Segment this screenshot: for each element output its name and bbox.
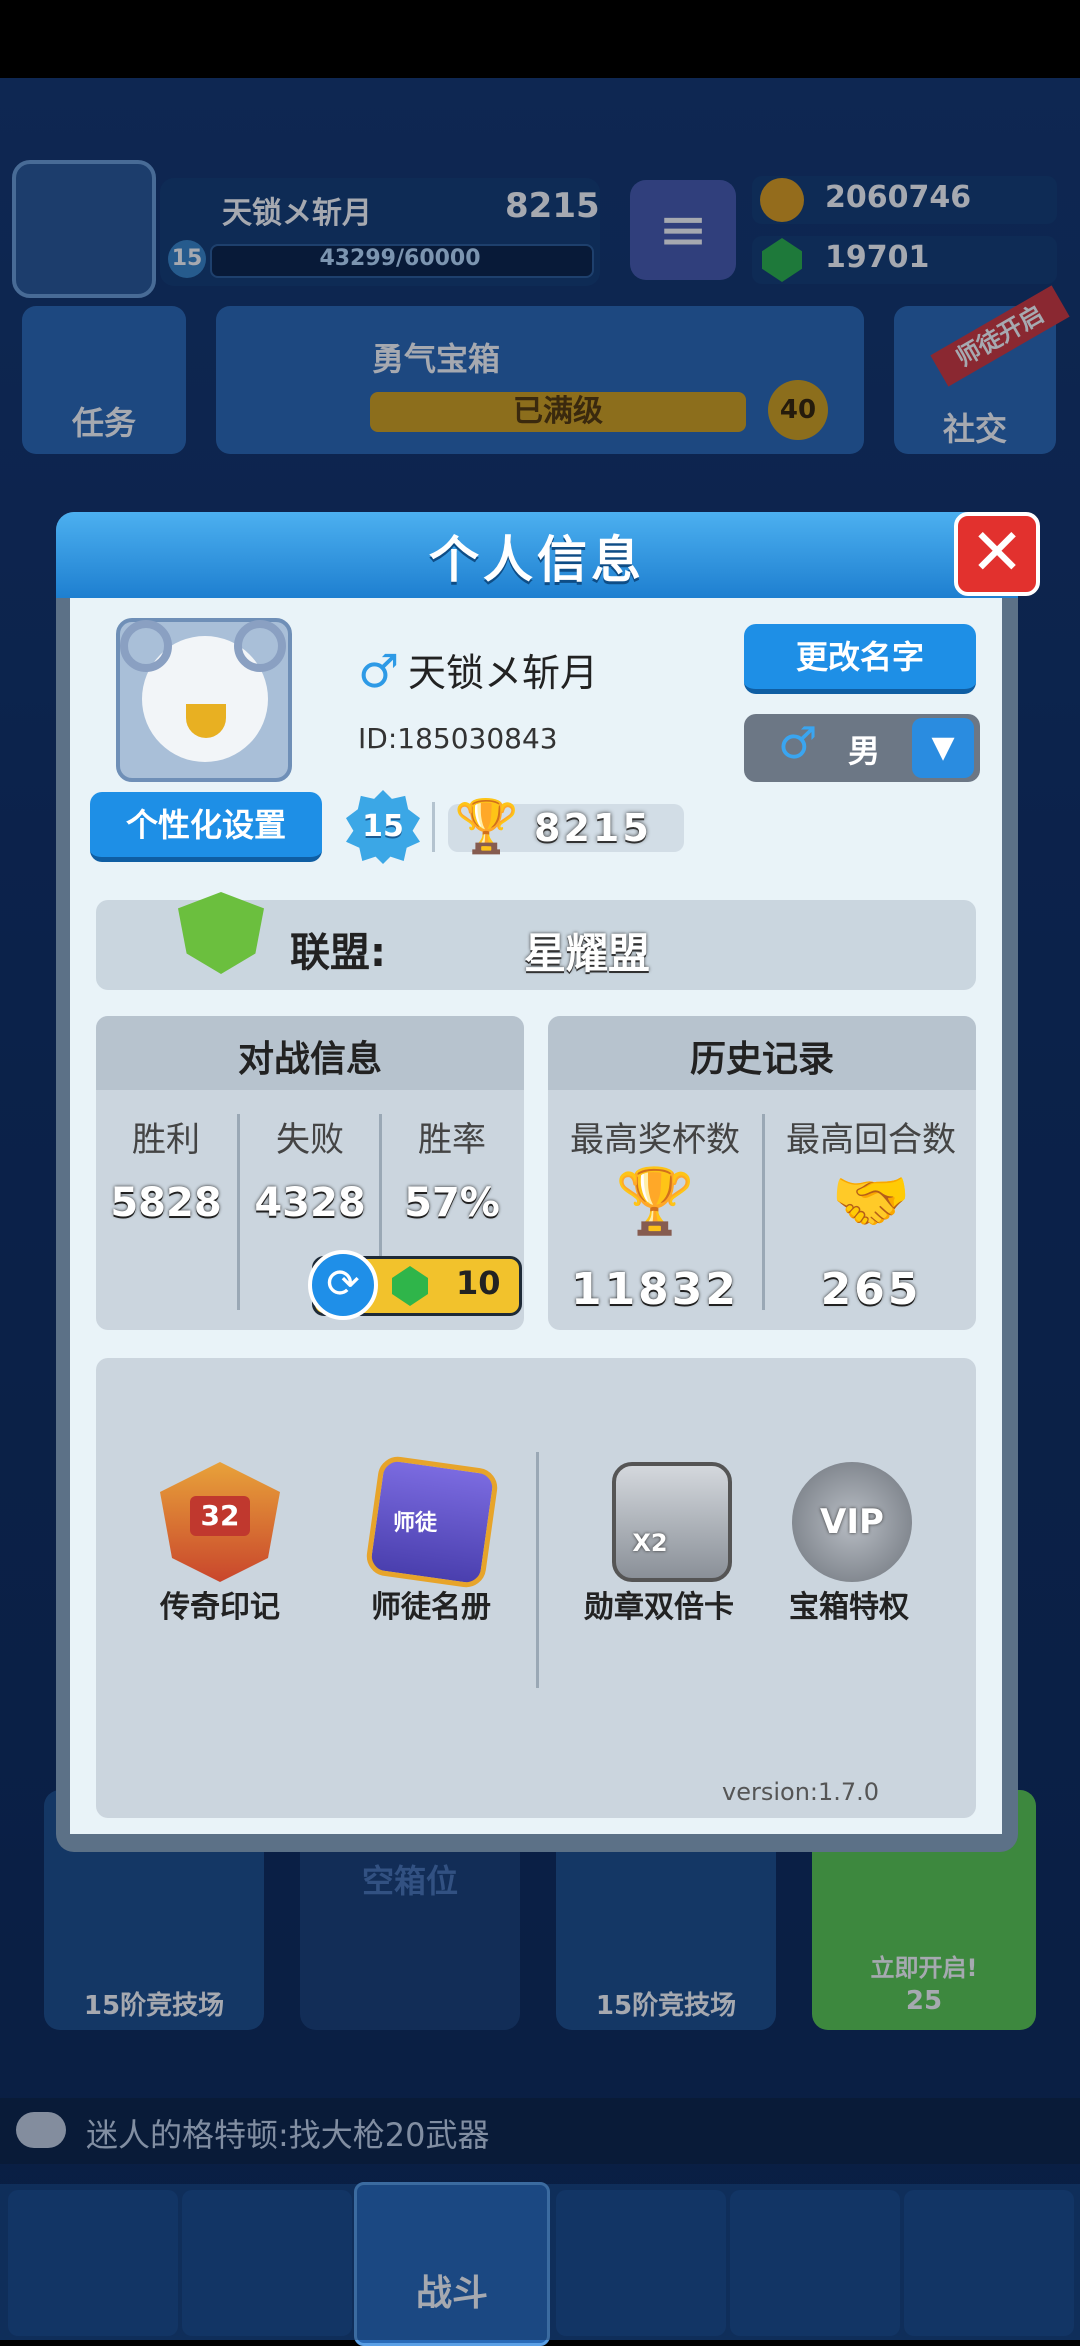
male-icon: ♂ — [358, 644, 400, 698]
alliance-name: 星耀盟 — [524, 929, 651, 978]
winrate-value: 57% — [404, 1180, 500, 1226]
customize-button[interactable]: 个性化设置 — [90, 792, 322, 862]
chest-privilege-label: 宝箱特权 — [789, 1590, 909, 1625]
wins-label: 胜利 — [132, 1120, 200, 1160]
max-trophies-value: 11832 — [570, 1264, 740, 1315]
medal-double-card-label: 勋章双倍卡 — [584, 1590, 734, 1625]
level-number: 15 — [362, 809, 404, 844]
features-divider — [536, 1452, 539, 1688]
version-text: version:1.7.0 — [722, 1778, 880, 1806]
modal-title: 个人信息 — [429, 531, 645, 589]
max-trophies-label: 最高奖杯数 — [570, 1120, 740, 1160]
max-rounds-label: 最高回合数 — [786, 1120, 956, 1160]
winrate-label: 胜率 — [418, 1120, 486, 1160]
alliance-label: 联盟: — [290, 930, 386, 976]
chevron-down-icon[interactable]: ▼ — [912, 718, 974, 778]
medal-double-card-icon[interactable] — [612, 1462, 732, 1582]
battle-info-title: 对战信息 — [237, 1039, 382, 1080]
player-name: 天锁メ斩月 — [408, 651, 599, 695]
wins-value: 5828 — [110, 1180, 222, 1226]
mentor-roster-label: 师徒名册 — [371, 1590, 491, 1625]
avatar-horn-right — [234, 620, 286, 672]
losses-value: 4328 — [254, 1180, 366, 1226]
losses-label: 失败 — [276, 1120, 344, 1160]
gender-select-value: 男 — [848, 732, 881, 770]
avatar-horn-left — [120, 620, 172, 672]
legend-badge-number: 32 — [190, 1496, 250, 1536]
reset-cost: 10 — [456, 1264, 501, 1302]
history-title: 历史记录 — [689, 1039, 834, 1080]
refresh-icon: ⟳ — [308, 1250, 378, 1320]
trophy-icon: 🏆 — [615, 1165, 695, 1239]
gender-select-male-icon: ♂ — [778, 718, 818, 769]
close-button[interactable]: ✕ — [954, 512, 1040, 596]
max-rounds-value: 265 — [820, 1264, 922, 1315]
handshake-icon: 🤝 — [831, 1165, 911, 1239]
vip-badge-text: VIP — [820, 1502, 884, 1542]
trophy-count: 8215 — [534, 806, 652, 850]
rename-button[interactable]: 更改名字 — [744, 624, 976, 694]
divider — [432, 802, 435, 852]
status-bar — [0, 0, 1080, 78]
trophy-icon: 🏆 — [454, 797, 519, 857]
legend-mark-label: 传奇印记 — [160, 1590, 280, 1625]
player-id: ID:185030843 — [358, 722, 558, 755]
double-card-badge: X2 — [632, 1529, 668, 1557]
mentor-book-badge: 师徒 — [392, 1511, 437, 1536]
